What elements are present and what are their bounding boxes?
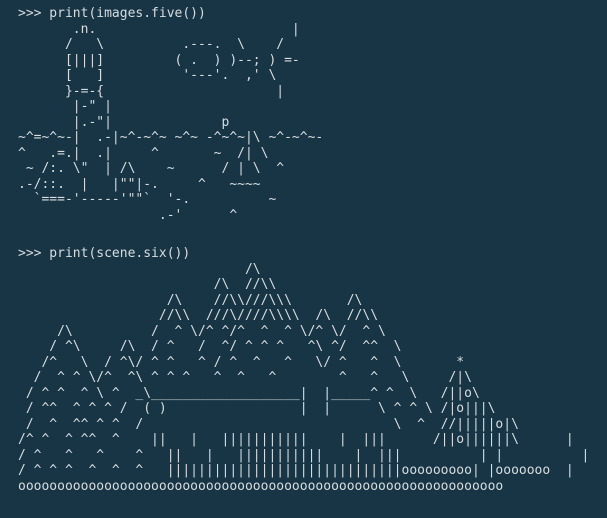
art-line: .-' ^: [18, 207, 238, 223]
art-line: ^ .=.| .| ^ ~ /| \: [18, 145, 269, 161]
ascii-art-five: >>> print(images.five()) .n. | / \ .---.…: [18, 6, 323, 223]
art-line: / \ .---. \ /: [18, 37, 285, 52]
prompt-line: >>> print(images.five()): [18, 6, 206, 21]
art-line: /\ //\\///\\\ /\: [18, 292, 363, 308]
art-line: //\\ ///\////\\\\ /\ //\\: [18, 308, 379, 323]
art-line: /^ ^ ^ ^^ ^ || | ||||||||||| | ||| /||o|…: [18, 432, 574, 447]
art-line: oooooooooooooooooooooooooooooooooooooooo…: [18, 478, 504, 494]
art-line: .-/::. | |""|-. ^ ~~~~: [18, 176, 261, 192]
art-line: / ^^ ^ ^ ^ / ( ) | | \ ^ ^ \ /|o|||\: [18, 401, 496, 416]
art-line: /\ / ^ \/^ ^/^ ^ ^ \/^ \/ ^ \: [18, 323, 386, 339]
art-line: |.-"| p: [18, 114, 230, 130]
terminal-window: >>> print(images.five()) .n. | / \ .---.…: [0, 0, 607, 518]
art-line: / ^\ /\ / ^ / ^/ ^ ^ ^ ^\ ^/ ^^ \: [18, 339, 402, 354]
art-line: / ^ ^ ^ ^ || | ||||||||||| | ||| | | |: [18, 447, 590, 463]
art-line: [ ] '---'. ,' \: [18, 68, 277, 83]
art-line: / ^ ^ ^ ^ ^ ^ ||||||||||||||||||||||||||…: [18, 463, 574, 478]
prompt-line: >>> print(scene.six()): [18, 246, 191, 261]
art-line: .n. |: [18, 21, 300, 37]
art-line: }-=-{ |: [18, 83, 285, 99]
art-line: /^ \ / ^\/ ^ ^ ^ / ^ ^ ^ \/ ^ ^ \ *: [18, 354, 465, 370]
art-line: |-" |: [18, 99, 112, 114]
art-line: / ^ ^^ ^ ^ / \ ^ //|||||o|\: [18, 416, 519, 432]
art-line: ~ /:. \" | /\ ~ / | \ ^: [18, 161, 285, 176]
ascii-art-six: >>> print(scene.six()) /\ /\ //\\ /\ //\…: [18, 246, 589, 494]
art-line: ~^=~^~-| .-|~^-~^~ ~^~ -^~^~|\ ~^-~^~-: [18, 130, 324, 145]
art-line: / ^ ^ \/^ ^\ ^ ^ ^ ^ ^ ^ ^ ^ \ /|\: [18, 370, 472, 385]
art-line: `===-'-----'""` '-. ~: [18, 192, 277, 207]
art-line: /\ //\\: [18, 277, 277, 292]
art-line: / ^ ^ ^ \ ^ _\___________________| |____…: [18, 385, 480, 401]
art-line: [|||] ( . ) )--; ) =-: [18, 52, 300, 68]
art-line: /\: [18, 261, 261, 277]
